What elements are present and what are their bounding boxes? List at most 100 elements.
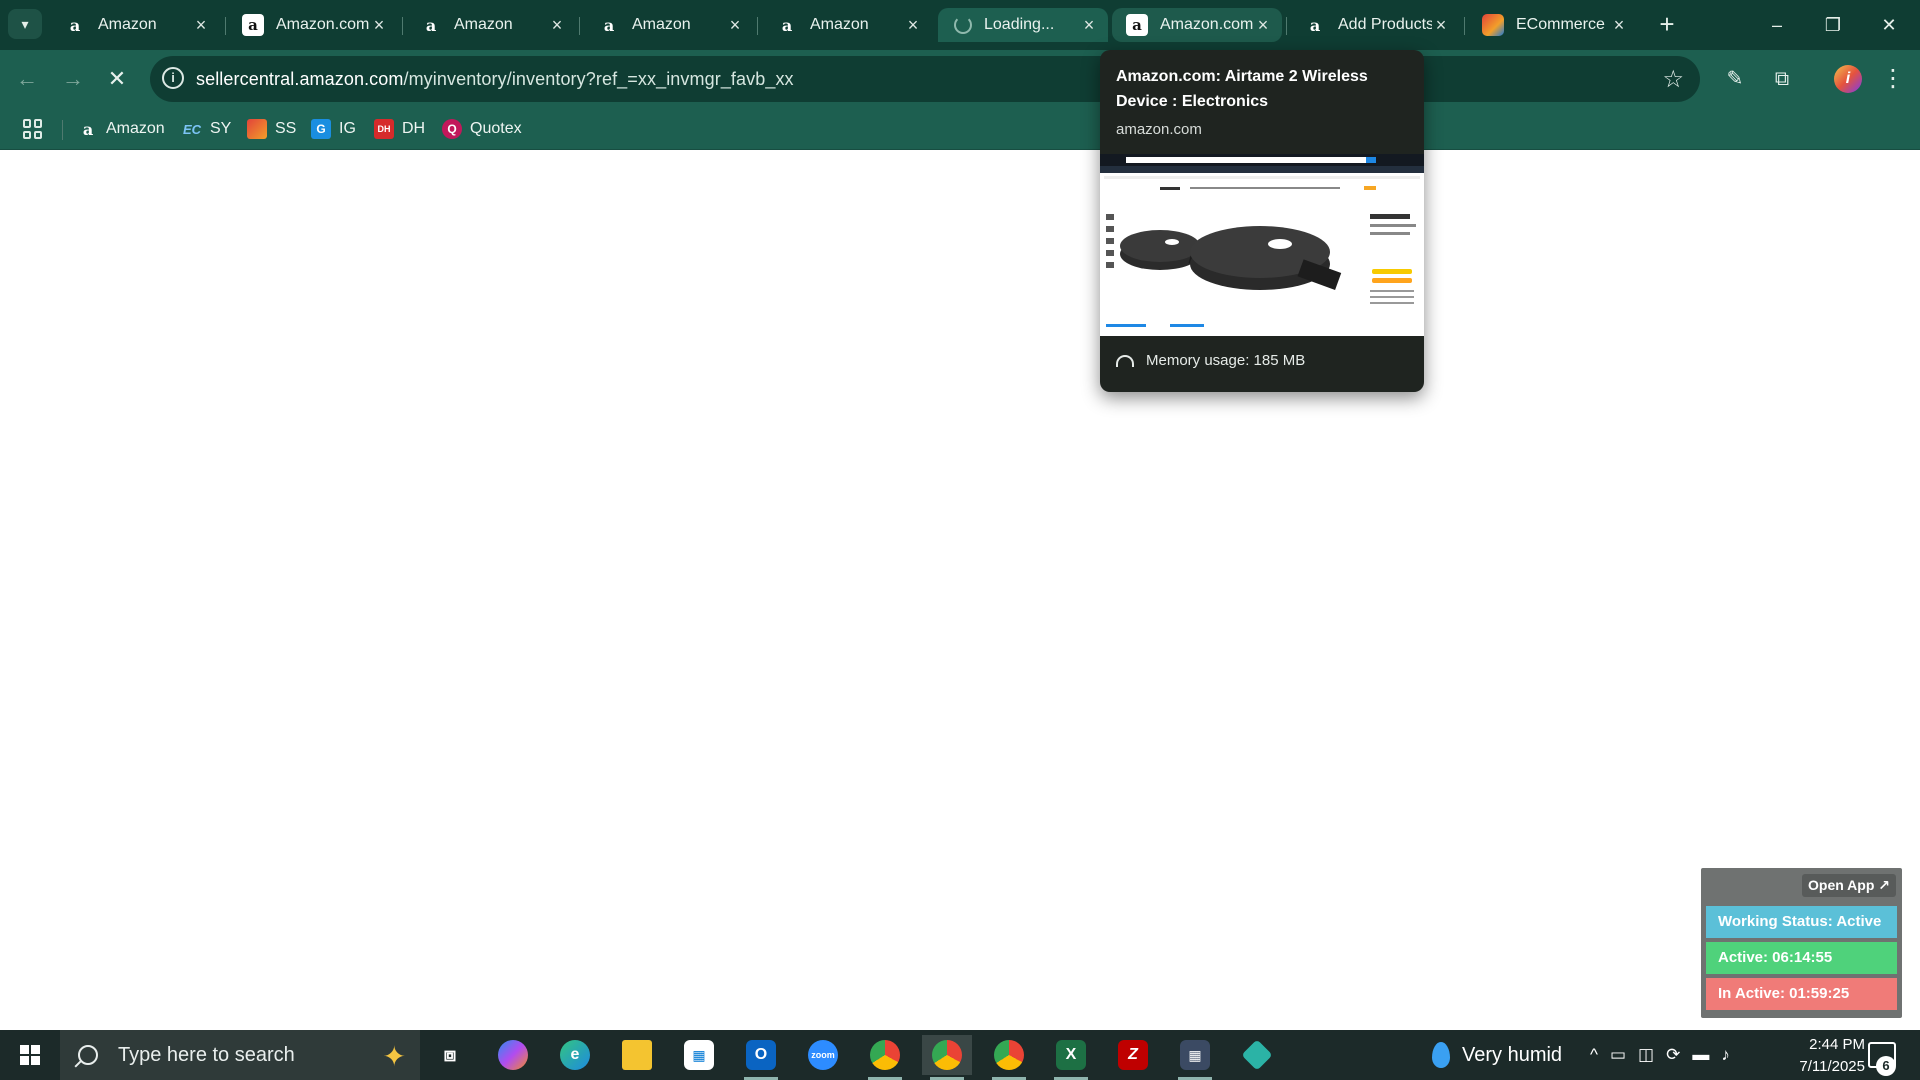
app-launcher[interactable]	[1232, 1035, 1282, 1075]
task-view-button[interactable]: ⧈	[425, 1035, 475, 1075]
calculator-app[interactable]: ▦	[1170, 1035, 1220, 1080]
taskbar-clock[interactable]: 2:44 PM 7/11/2025	[1775, 1034, 1865, 1078]
sparkle-icon: ✦	[382, 1041, 406, 1072]
chrome-app[interactable]	[984, 1035, 1034, 1080]
file-explorer-app[interactable]	[612, 1035, 662, 1075]
filezilla-app[interactable]: Z	[1108, 1035, 1158, 1075]
weather-widget[interactable]: Very humid	[1432, 1030, 1562, 1080]
chrome-icon	[994, 1040, 1024, 1070]
search-placeholder: Type here to search	[118, 1043, 295, 1066]
chrome-active-app[interactable]	[922, 1035, 972, 1080]
url-path: /myinventory/inventory?ref_=xx_invmgr_fa…	[403, 69, 794, 89]
bookmark-quotex[interactable]: Q Quotex	[442, 117, 522, 141]
amazon-icon: a	[425, 15, 437, 35]
working-status: Working Status: Active	[1706, 906, 1897, 938]
bookmark-amazon[interactable]: a Amazon	[78, 117, 165, 141]
amazon-icon: a	[1309, 15, 1321, 35]
taskbar: Type here to search ✦ ⧈ e ▦ O zoom X Z ▦…	[0, 1030, 1920, 1080]
extensions-puzzle-icon[interactable]: ⧉	[1765, 62, 1799, 96]
bookmark-separator	[62, 120, 63, 140]
copilot-app[interactable]	[488, 1035, 538, 1075]
forward-button[interactable]: →	[58, 64, 88, 94]
chevron-up-icon[interactable]: ^	[1590, 1045, 1598, 1065]
close-icon[interactable]: ×	[726, 15, 744, 36]
apps-grid-icon[interactable]	[20, 116, 46, 142]
close-icon[interactable]: ×	[1432, 15, 1450, 36]
tab[interactable]: a Amazon ×	[762, 8, 932, 42]
close-icon[interactable]: ×	[192, 15, 210, 36]
outlook-icon: O	[746, 1040, 776, 1070]
close-window-button[interactable]: ✕	[1866, 8, 1912, 42]
bookmark-label: SS	[275, 120, 297, 137]
sync-icon[interactable]: ⟳	[1666, 1045, 1680, 1065]
edge-app[interactable]: e	[550, 1035, 600, 1075]
tab-hovered[interactable]: a Amazon.com ×	[1112, 8, 1282, 42]
close-icon[interactable]: ×	[370, 15, 388, 36]
back-button[interactable]: ←	[12, 64, 42, 94]
windows-logo-icon	[20, 1045, 40, 1065]
tab[interactable]: a Amazon.com ×	[228, 8, 398, 42]
new-tab-button[interactable]: +	[1652, 10, 1682, 40]
edge-icon: e	[560, 1040, 590, 1070]
bookmark-label: Amazon	[106, 120, 165, 137]
bookmark-ss[interactable]: SS	[247, 117, 296, 141]
tab-title: Amazon	[810, 16, 869, 33]
tab-title: Amazon	[632, 16, 691, 33]
chrome-profile-app[interactable]	[860, 1035, 910, 1080]
restore-button[interactable]: ❐	[1810, 8, 1856, 42]
arrow-left-icon: ←	[16, 66, 38, 91]
tab-hover-card: Amazon.com: Airtame 2 Wireless Device : …	[1100, 50, 1424, 392]
bookmark-label: IG	[339, 120, 356, 137]
close-icon[interactable]: ×	[548, 15, 566, 36]
excel-app[interactable]: X	[1046, 1035, 1096, 1080]
bookmark-sy[interactable]: EC SY	[182, 117, 231, 141]
tab[interactable]: a Amazon ×	[584, 8, 754, 42]
bookmark-star-icon[interactable]: ☆	[1662, 65, 1684, 94]
close-icon[interactable]: ×	[904, 15, 922, 36]
tab-active[interactable]: Loading... ×	[938, 8, 1108, 42]
tab-search-button[interactable]: ▾	[8, 9, 42, 39]
start-button[interactable]	[0, 1030, 60, 1080]
bookmarks-bar: a Amazon EC SY SS G IG DH DH Q Quotex	[0, 108, 1920, 150]
minimize-button[interactable]: –	[1754, 8, 1800, 42]
close-icon[interactable]: ×	[1254, 15, 1272, 36]
close-icon[interactable]: ×	[1610, 15, 1628, 36]
url-text[interactable]: sellercentral.amazon.com/myinventory/inv…	[196, 69, 794, 90]
ig-icon: G	[311, 119, 331, 139]
outlook-app[interactable]: O	[736, 1035, 786, 1080]
tab-title: Amazon	[98, 16, 157, 33]
address-bar[interactable]: i sellercentral.amazon.com/myinventory/i…	[150, 56, 1700, 102]
close-icon[interactable]: ×	[1080, 15, 1098, 36]
extension-pen-icon[interactable]: ✎	[1718, 62, 1752, 96]
hover-card-domain: amazon.com	[1116, 121, 1202, 138]
zoom-app[interactable]: zoom	[798, 1035, 848, 1075]
microsoft-store-app[interactable]: ▦	[674, 1035, 724, 1075]
network-icon[interactable]: ▭	[1610, 1045, 1626, 1065]
tab-separator	[757, 17, 758, 35]
memory-usage-label: Memory usage: 185 MB	[1146, 352, 1306, 369]
profile-avatar[interactable]: i	[1834, 65, 1862, 93]
meet-now-icon[interactable]: ◫	[1638, 1045, 1654, 1065]
site-info-icon[interactable]: i	[162, 67, 184, 89]
clock-date: 7/11/2025	[1799, 1058, 1865, 1075]
battery-icon[interactable]: ▬	[1692, 1045, 1709, 1065]
stop-loading-button[interactable]: ✕	[102, 64, 132, 94]
tab[interactable]: a Add Products ×	[1290, 8, 1460, 42]
speaker-icon[interactable]: ♪	[1721, 1045, 1730, 1065]
taskbar-search[interactable]: Type here to search ✦	[60, 1030, 420, 1080]
bookmark-ig[interactable]: G IG	[311, 117, 356, 141]
amazon-icon: a	[82, 119, 94, 139]
minimize-icon: –	[1771, 15, 1782, 35]
tab[interactable]: ECommerce ×	[1468, 8, 1638, 42]
menu-kebab-icon[interactable]: ⋮	[1876, 62, 1910, 96]
browser-toolbar: ← → ✕ i sellercentral.amazon.com/myinven…	[0, 50, 1920, 108]
page-content	[0, 151, 1920, 1030]
bookmark-dh[interactable]: DH DH	[374, 117, 425, 141]
weather-text: Very humid	[1462, 1043, 1563, 1066]
tab[interactable]: a Amazon ×	[50, 8, 220, 42]
tab-strip: ▾ a Amazon × a Amazon.com × a Amazon × a…	[0, 0, 1920, 50]
open-app-button[interactable]: Open App ↗	[1802, 874, 1896, 897]
product-preview-image	[1100, 154, 1424, 336]
ec-icon: EC	[182, 121, 202, 137]
tab[interactable]: a Amazon ×	[406, 8, 576, 42]
